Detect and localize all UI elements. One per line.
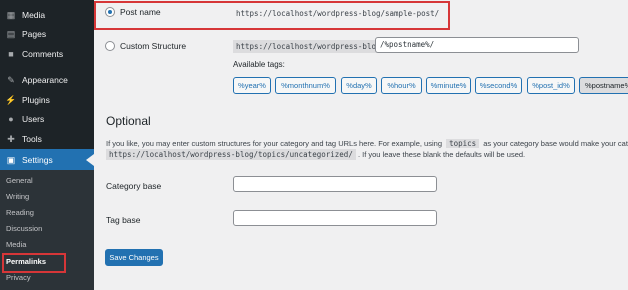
tag-post-id-button[interactable]: %post_id%	[527, 77, 575, 94]
sidebar-item-pages[interactable]: ▤ Pages	[0, 24, 94, 44]
optional-heading: Optional	[106, 114, 151, 128]
optional-desc-code-url: https://localhost/wordpress-blog/topics/…	[106, 149, 356, 160]
sidebar-item-label: Plugins	[22, 95, 50, 105]
tag-hour-button[interactable]: %hour%	[381, 77, 422, 94]
submenu-discussion[interactable]: Discussion	[6, 224, 42, 233]
custom-structure-radio[interactable]	[105, 41, 115, 51]
tag-day-button[interactable]: %day%	[341, 77, 377, 94]
post-name-example-url: https://localhost/wordpress-blog/sample-…	[236, 9, 440, 18]
sidebar-item-users[interactable]: ● Users	[0, 109, 94, 129]
sidebar-item-label: Appearance	[22, 75, 68, 85]
category-base-input[interactable]	[233, 176, 437, 192]
post-name-radio[interactable]	[105, 7, 115, 17]
tag-base-input[interactable]	[233, 210, 437, 226]
custom-structure-base-url: https://localhost/wordpress-blog	[233, 40, 384, 53]
submenu-reading[interactable]: Reading	[6, 208, 34, 217]
plugins-icon: ⚡	[5, 95, 17, 105]
optional-description-line2: https://localhost/wordpress-blog/topics/…	[106, 149, 526, 160]
submenu-media[interactable]: Media	[6, 240, 26, 249]
tag-year-button[interactable]: %year%	[233, 77, 271, 94]
optional-desc-text-b: as your category base would make your ca…	[483, 139, 628, 148]
media-icon: ▦	[6, 10, 16, 20]
sidebar-item-label: Settings	[22, 155, 53, 165]
sidebar-item-appearance[interactable]: ✎ Appearance	[0, 70, 94, 90]
sidebar-item-label: Comments	[22, 49, 64, 59]
admin-sidebar: ▦ Media ▤ Pages ■ Comments ✎ Appearance …	[0, 0, 94, 290]
sidebar-item-tools[interactable]: ✚ Tools	[0, 129, 94, 149]
pages-icon: ▤	[6, 29, 16, 39]
category-base-label: Category base	[106, 181, 162, 191]
submenu-privacy[interactable]: Privacy	[6, 273, 31, 282]
custom-structure-input[interactable]: /%postname%/	[375, 37, 579, 53]
users-icon: ●	[8, 114, 14, 124]
post-name-label: Post name	[120, 7, 161, 17]
optional-desc-code-topics: topics	[446, 139, 480, 148]
permalinks-highlight-box	[2, 253, 66, 273]
optional-desc-text-a: If you like, you may enter custom struct…	[106, 139, 442, 148]
sidebar-item-media[interactable]: ▦ Media	[0, 5, 94, 25]
current-menu-arrow	[86, 154, 94, 166]
submenu-writing[interactable]: Writing	[6, 192, 29, 201]
tag-base-label: Tag base	[106, 215, 141, 225]
tag-second-button[interactable]: %second%	[475, 77, 522, 94]
optional-desc-text-c: . If you leave these blank the defaults …	[357, 150, 526, 159]
submenu-general[interactable]: General	[6, 176, 33, 185]
tools-icon: ✚	[7, 134, 15, 144]
custom-structure-label: Custom Structure	[120, 41, 187, 51]
sidebar-item-label: Tools	[22, 134, 42, 144]
optional-description-line1: If you like, you may enter custom struct…	[106, 139, 628, 148]
tag-postname-button[interactable]: %postname%	[579, 77, 628, 94]
save-changes-button[interactable]: Save Changes	[105, 249, 163, 266]
tag-monthnum-button[interactable]: %monthnum%	[275, 77, 336, 94]
sidebar-item-settings[interactable]: ▣ Settings	[0, 149, 94, 171]
sidebar-item-label: Pages	[22, 29, 47, 39]
comments-icon: ■	[8, 49, 14, 59]
settings-icon: ▣	[6, 155, 16, 165]
sidebar-item-label: Users	[22, 114, 45, 124]
sidebar-item-plugins[interactable]: ⚡ Plugins	[0, 90, 94, 110]
tag-minute-button[interactable]: %minute%	[426, 77, 471, 94]
available-tags-label: Available tags:	[233, 60, 285, 69]
sidebar-item-comments[interactable]: ■ Comments	[0, 44, 94, 64]
sidebar-item-label: Media	[22, 10, 46, 20]
appearance-icon: ✎	[7, 75, 15, 85]
